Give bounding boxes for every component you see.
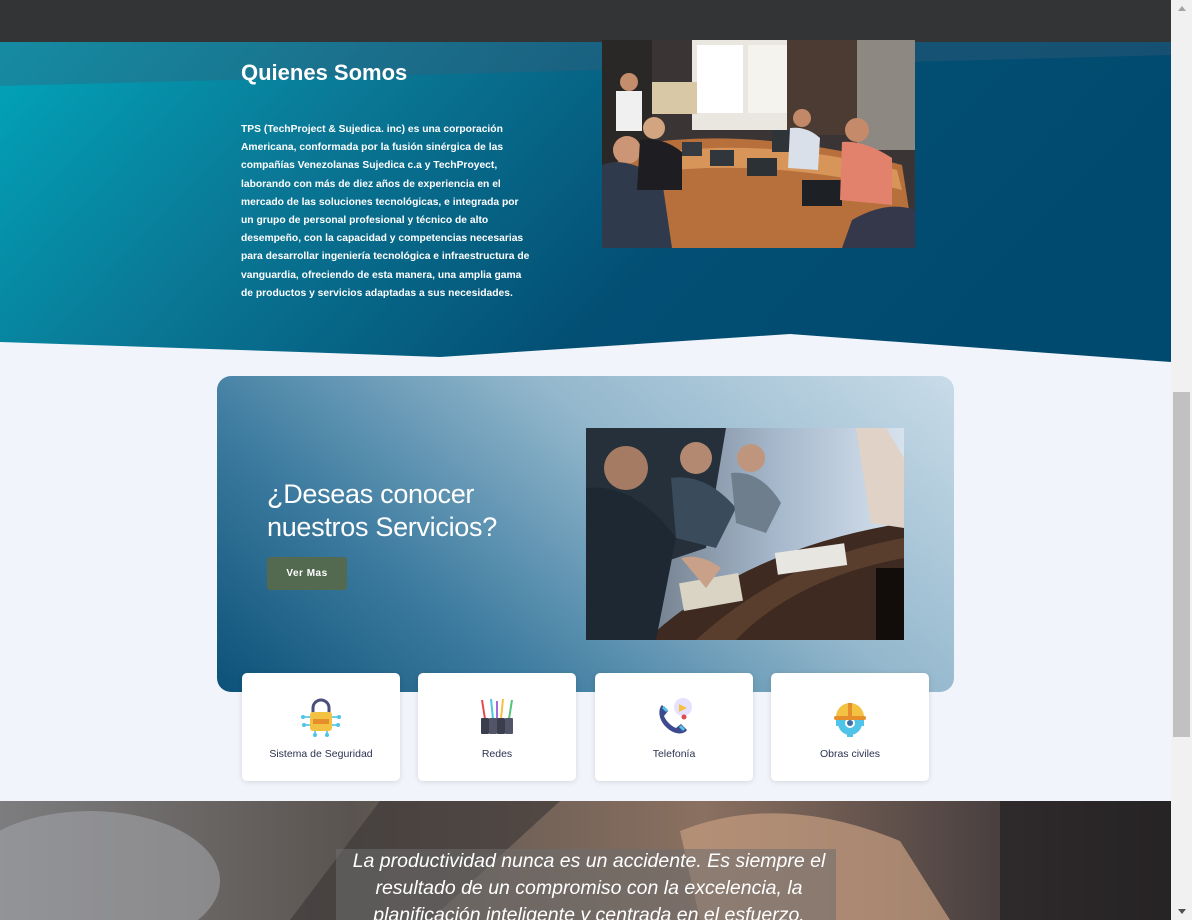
services-cta-card: ¿Deseas conocer nuestros Servicios? Ver … <box>217 376 954 692</box>
cta-title-line2: nuestros Servicios? <box>267 512 497 542</box>
service-card-networks[interactable]: Redes <box>418 673 576 781</box>
service-card-telephony[interactable]: Telefonía <box>595 673 753 781</box>
service-label: Redes <box>481 748 513 760</box>
cta-title: ¿Deseas conocer nuestros Servicios? <box>267 478 497 544</box>
scroll-down-arrow-icon[interactable] <box>1171 903 1192 920</box>
scrollbar-thumb[interactable] <box>1173 392 1190 737</box>
service-label: Obras civiles <box>819 748 881 760</box>
construction-helmet-icon <box>834 703 866 737</box>
meeting-photo <box>602 40 915 248</box>
service-label: Telefonía <box>652 748 696 760</box>
team-photo <box>586 428 904 640</box>
about-title: Quienes Somos <box>241 60 408 85</box>
hero-background <box>0 0 1171 370</box>
cta-title-line1: ¿Deseas conocer <box>267 479 475 509</box>
ver-mas-button[interactable]: Ver Mas <box>267 557 347 590</box>
security-lock-icon <box>301 698 341 737</box>
service-card-civil-works[interactable]: Obras civiles <box>771 673 929 781</box>
scroll-up-arrow-icon[interactable] <box>1171 0 1192 17</box>
about-section: Quienes Somos TPS (TechProject & Sujedic… <box>0 0 1171 370</box>
quote-box: La productividad nunca es un accidente. … <box>336 849 836 920</box>
service-label: Sistema de Seguridad <box>269 748 373 760</box>
quote-text: La productividad nunca es un accidente. … <box>352 850 826 920</box>
about-description: TPS (TechProject & Sujedica. inc) es una… <box>241 124 530 299</box>
top-navigation-bar <box>0 0 1171 42</box>
vertical-scrollbar[interactable] <box>1171 0 1192 920</box>
page: Quienes Somos TPS (TechProject & Sujedic… <box>0 0 1171 920</box>
network-cables-icon <box>481 698 513 734</box>
telephone-icon <box>659 698 692 734</box>
service-card-security[interactable]: Sistema de Seguridad <box>242 673 400 781</box>
quote-section: La productividad nunca es un accidente. … <box>0 801 1171 920</box>
